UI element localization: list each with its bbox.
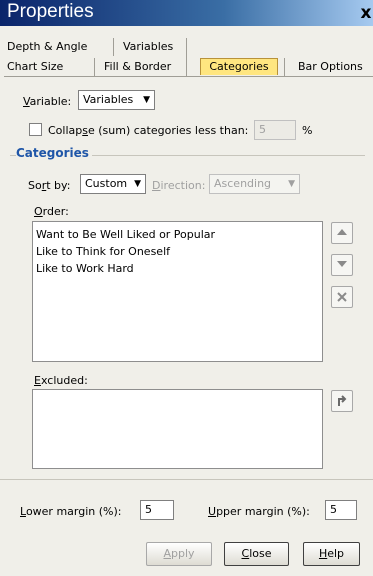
return-arrow-icon [338, 395, 347, 406]
triangle-up-icon [337, 229, 347, 235]
apply-button[interactable]: Apply [146, 542, 212, 566]
tab-divider [113, 38, 114, 56]
sort-by-value: Custom [85, 177, 128, 190]
close-icon[interactable]: x [356, 3, 373, 23]
collapse-unit: % [302, 124, 313, 137]
tab-bar-options[interactable]: Bar Options [294, 58, 367, 75]
order-label: Order: [34, 205, 69, 218]
upper-margin-label: Upper margin (%): [208, 505, 310, 518]
tab-chart-size[interactable]: Chart Size [3, 58, 67, 75]
title-bar: Properties x [0, 0, 373, 26]
sort-by-label: Sort by: [28, 179, 71, 192]
variable-select-value: Variables [83, 93, 134, 106]
move-up-button[interactable] [331, 222, 353, 244]
tab-fill-border[interactable]: Fill & Border [100, 58, 175, 75]
excluded-label: Excluded: [34, 374, 88, 387]
tab-divider [186, 38, 187, 76]
variable-select[interactable]: Variables ▼ [78, 90, 155, 110]
triangle-down-icon [337, 261, 347, 267]
upper-margin-input[interactable]: 5 [325, 500, 357, 520]
tab-depth-angle[interactable]: Depth & Angle [3, 38, 91, 55]
direction-value: Ascending [214, 177, 272, 190]
direction-label: Direction: [152, 179, 206, 192]
collapse-threshold-input[interactable]: 5 [254, 120, 296, 140]
window-title: Properties [7, 1, 94, 22]
x-icon [337, 292, 347, 302]
categories-group-title: Categories [16, 146, 92, 160]
help-button[interactable]: Help [303, 542, 360, 566]
close-button[interactable]: Close [224, 542, 289, 566]
tab-categories[interactable]: Categories [200, 58, 278, 75]
move-down-button[interactable] [331, 254, 353, 276]
order-list[interactable]: Want to Be Well Liked or Popular Like to… [32, 221, 323, 362]
remove-button[interactable] [331, 286, 353, 308]
list-item[interactable]: Like to Think for Oneself [33, 243, 322, 260]
collapse-label: Collapse (sum) categories less than: [48, 124, 249, 137]
list-item[interactable]: Want to Be Well Liked or Popular [33, 226, 322, 243]
lower-margin-label: Lower margin (%): [20, 505, 122, 518]
tab-divider [284, 58, 285, 76]
chevron-down-icon: ▼ [143, 95, 150, 105]
lower-margin-input[interactable]: 5 [140, 500, 174, 520]
footer-divider [0, 479, 373, 480]
variable-label: Variable: [23, 95, 72, 108]
chevron-down-icon: ▼ [134, 179, 141, 189]
collapse-checkbox[interactable] [29, 123, 42, 136]
excluded-list[interactable] [32, 389, 323, 469]
tab-divider [94, 58, 95, 76]
restore-button[interactable] [331, 390, 353, 412]
tab-strip: Depth & Angle Variables Chart Size Fill … [0, 26, 373, 76]
sort-by-select[interactable]: Custom ▼ [80, 174, 146, 194]
tab-variables[interactable]: Variables [119, 38, 177, 55]
list-item[interactable]: Like to Work Hard [33, 260, 322, 277]
chevron-down-icon: ▼ [288, 179, 295, 189]
direction-select[interactable]: Ascending ▼ [209, 174, 300, 194]
